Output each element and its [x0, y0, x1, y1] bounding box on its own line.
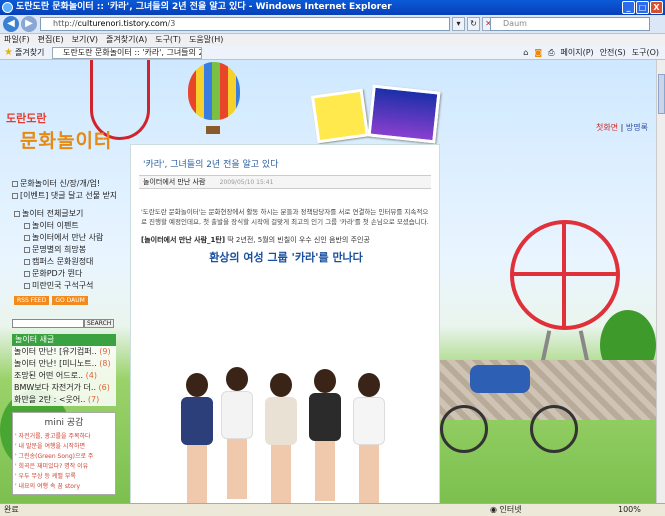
daum-button[interactable]: GO DAUM	[52, 296, 88, 305]
maximize-button[interactable]: □	[636, 1, 649, 14]
category-item[interactable]: 미란민국 구석구석	[12, 280, 116, 292]
group-photo	[179, 311, 399, 503]
command-bar: ⌂ ◙ ⎙ 페이지(P) 안전(S) 도구(O)	[523, 46, 659, 60]
menu-tools[interactable]: 도구(T)	[155, 34, 181, 46]
recent-post-link[interactable]: 조망된 어떤 어드로.. (4)	[12, 370, 116, 382]
url-actions: ▾ ↻ ✕	[452, 17, 495, 31]
menu-bar: 파일(F) 편집(E) 보기(V) 즐겨찾기(A) 도구(T) 도움말(H)	[0, 34, 665, 46]
category-item[interactable]: 문명별의 희망봉	[12, 244, 116, 256]
ferris-wheel-decoration	[510, 220, 620, 330]
status-text: 완료	[4, 505, 19, 514]
category-item[interactable]: 캠퍼스 문화원정대	[12, 256, 116, 268]
page-menu[interactable]: 페이지(P)	[561, 46, 594, 60]
recent-post-link[interactable]: BMW보다 자전거가 더.. (6)	[12, 382, 116, 394]
status-bar: 완료 ◉ 인터넷 100%	[0, 503, 665, 516]
favorites-bar: ★ 즐겨찾기 도란도란 문화놀이터 :: '카라', 그녀들의 2년 전... …	[0, 46, 665, 60]
mini-link[interactable]: ' 우두 무상 등 케밸 부록	[15, 472, 113, 482]
category-item[interactable]: 문화PD가 뛴다	[12, 268, 116, 280]
globe-icon: ◉	[490, 505, 497, 514]
refresh-icon[interactable]: ↻	[467, 17, 480, 31]
forward-button[interactable]: ▶	[21, 16, 37, 32]
sidebar-search: SEARCH	[12, 319, 116, 328]
close-button[interactable]: X	[650, 1, 663, 14]
sidebar-search-button[interactable]: SEARCH	[84, 319, 115, 328]
category-all[interactable]: 놀이터 전체글보기	[12, 208, 116, 220]
menu-file[interactable]: 파일(F)	[4, 34, 30, 46]
print-icon[interactable]: ⎙	[548, 46, 554, 60]
bicycle-wheel	[440, 405, 488, 453]
recent-posts-panel: 놀이터 새글 놀이터 만난! [유기컴퍼.. (9) 놀이터 만난! [미니노트…	[12, 334, 116, 406]
notice-link[interactable]: 문화놀이터 신/장/개/업!	[12, 178, 116, 190]
url-input[interactable]: http://culturenori.tistory.com/3	[40, 17, 450, 31]
zoom-level[interactable]: 100%	[618, 504, 641, 516]
nav-home-link[interactable]: 첫화면	[596, 123, 618, 132]
cyclist-decoration	[470, 365, 530, 393]
blog-top-nav: 첫화면 | 방명록	[596, 123, 648, 132]
window-titlebar: 도란도란 문화놀이터 :: '카라', 그녀들의 2년 전을 알고 있다 - W…	[0, 0, 665, 15]
bicycle-wheel-2	[530, 405, 578, 453]
member-figure	[351, 373, 387, 503]
member-figure	[179, 373, 215, 503]
scrollbar-thumb[interactable]	[658, 74, 665, 114]
sidebar-search-input[interactable]	[12, 319, 84, 328]
dropdown-icon[interactable]: ▾	[452, 17, 465, 31]
menu-help[interactable]: 도움말(H)	[189, 34, 223, 46]
star-icon: ★	[4, 47, 13, 58]
menu-favorites[interactable]: 즐겨찾기(A)	[106, 34, 147, 46]
mini-link[interactable]: ' 자전거를, 광고를을 주목하다	[15, 432, 113, 442]
security-zone: ◉ 인터넷	[490, 505, 522, 514]
home-icon[interactable]: ⌂	[523, 46, 528, 60]
category-list: 놀이터 전체글보기 놀이터 이펜트 놀이터에서 만난 사람 문명별의 희망봉 캠…	[12, 208, 116, 292]
post-meta: 놀이터에서 만난 사람 2009/05/10 15:41	[139, 175, 431, 189]
vertical-scrollbar[interactable]	[656, 60, 665, 503]
ie-icon	[2, 2, 13, 13]
minimize-button[interactable]: _	[622, 1, 635, 14]
member-figure	[219, 367, 255, 499]
post-body-intro: '도란도란 문화놀이터'는 문화현장에서 활동 하시는 분들과 정책담당자를 서…	[141, 208, 429, 226]
rss-feed-button[interactable]: RSS FEED	[14, 296, 50, 305]
mini-gonggam-panel: mini 공감 ' 자전거를, 광고를을 주목하다 ' 내 발문을 여행을 시작…	[12, 412, 116, 495]
post-content: '카라', 그녀들의 2년 전을 알고 있다 놀이터에서 만난 사람 2009/…	[130, 144, 440, 503]
mini-link[interactable]: ' 내 발문을 여행을 시작하면	[15, 442, 113, 452]
member-figure	[263, 373, 299, 503]
post-title[interactable]: '카라', 그녀들의 2년 전을 알고 있다	[143, 157, 278, 170]
mini-link[interactable]: ' 그린송(Green Song)으로 주	[15, 452, 113, 462]
browser-tab[interactable]: 도란도란 문화놀이터 :: '카라', 그녀들의 2년 전...	[52, 47, 202, 59]
mini-link[interactable]: ' 희곡은 재미있다? 명작 이유	[15, 462, 113, 472]
category-item[interactable]: 놀이터 이펜트	[12, 220, 116, 232]
tools-menu[interactable]: 도구(O)	[632, 46, 659, 60]
post-headline: 환상의 여성 그룹 '카라'를 만나다	[209, 251, 363, 264]
window-title: 도란도란 문화놀이터 :: '카라', 그녀들의 2년 전을 알고 있다 - W…	[16, 2, 392, 12]
feed-buttons: RSS FEED GO DAUM	[14, 296, 116, 305]
recent-post-link[interactable]: 화만을 2탄 : <웃어.. (7)	[12, 394, 116, 406]
post-date: 2009/05/10 15:41	[219, 179, 274, 186]
rss-icon[interactable]: ◙	[534, 46, 542, 60]
blog-logo[interactable]: 도란도란 문화놀이터	[6, 110, 122, 164]
search-input[interactable]: Daum	[490, 17, 650, 31]
recent-post-link[interactable]: 놀이터 만난! [유기컴퍼.. (9)	[12, 346, 116, 358]
notice-link[interactable]: [이벤트] 댓글 달고 선물 받자!	[12, 190, 116, 202]
mini-gonggam-head: mini 공감	[44, 418, 84, 428]
mini-link[interactable]: ' 내요의 여행 속 꿈 story	[15, 482, 113, 492]
blog-sidebar: 문화놀이터 신/장/개/업! [이벤트] 댓글 달고 선물 받자! 놀이터 전체…	[12, 178, 116, 495]
recent-posts-head: 놀이터 새글	[12, 334, 116, 346]
post-category[interactable]: 놀이터에서 만난 사람	[143, 178, 205, 186]
photo-frame-decoration-2	[367, 84, 441, 144]
menu-edit[interactable]: 편집(E)	[38, 34, 64, 46]
balloon-basket-decoration	[206, 126, 220, 134]
menu-view[interactable]: 보기(V)	[72, 34, 98, 46]
post-body-subtitle: [놀이터에서 만난 사람_1탄] 딱 2년전, 5월의 빈칠이 우수 신인 음반…	[141, 236, 370, 244]
nav-guestbook-link[interactable]: 방명록	[626, 123, 648, 132]
address-bar: ◀ ▶ http://culturenori.tistory.com/3 ▾ ↻…	[0, 15, 665, 34]
safety-menu[interactable]: 안전(S)	[600, 46, 626, 60]
window-controls: _ □ X	[622, 1, 663, 14]
favorites-button[interactable]: ★ 즐겨찾기	[4, 46, 44, 60]
page-viewport: 도란도란 문화놀이터 첫화면 | 방명록 문화놀이터 신/장/개/업! [이벤트…	[0, 60, 656, 503]
category-item[interactable]: 놀이터에서 만난 사람	[12, 232, 116, 244]
hot-air-balloon-decoration	[188, 62, 240, 120]
recent-post-link[interactable]: 놀이터 만난! [미니노트.. (8)	[12, 358, 116, 370]
member-figure	[307, 369, 343, 501]
photo-frame-decoration	[310, 88, 370, 144]
back-button[interactable]: ◀	[3, 16, 19, 32]
